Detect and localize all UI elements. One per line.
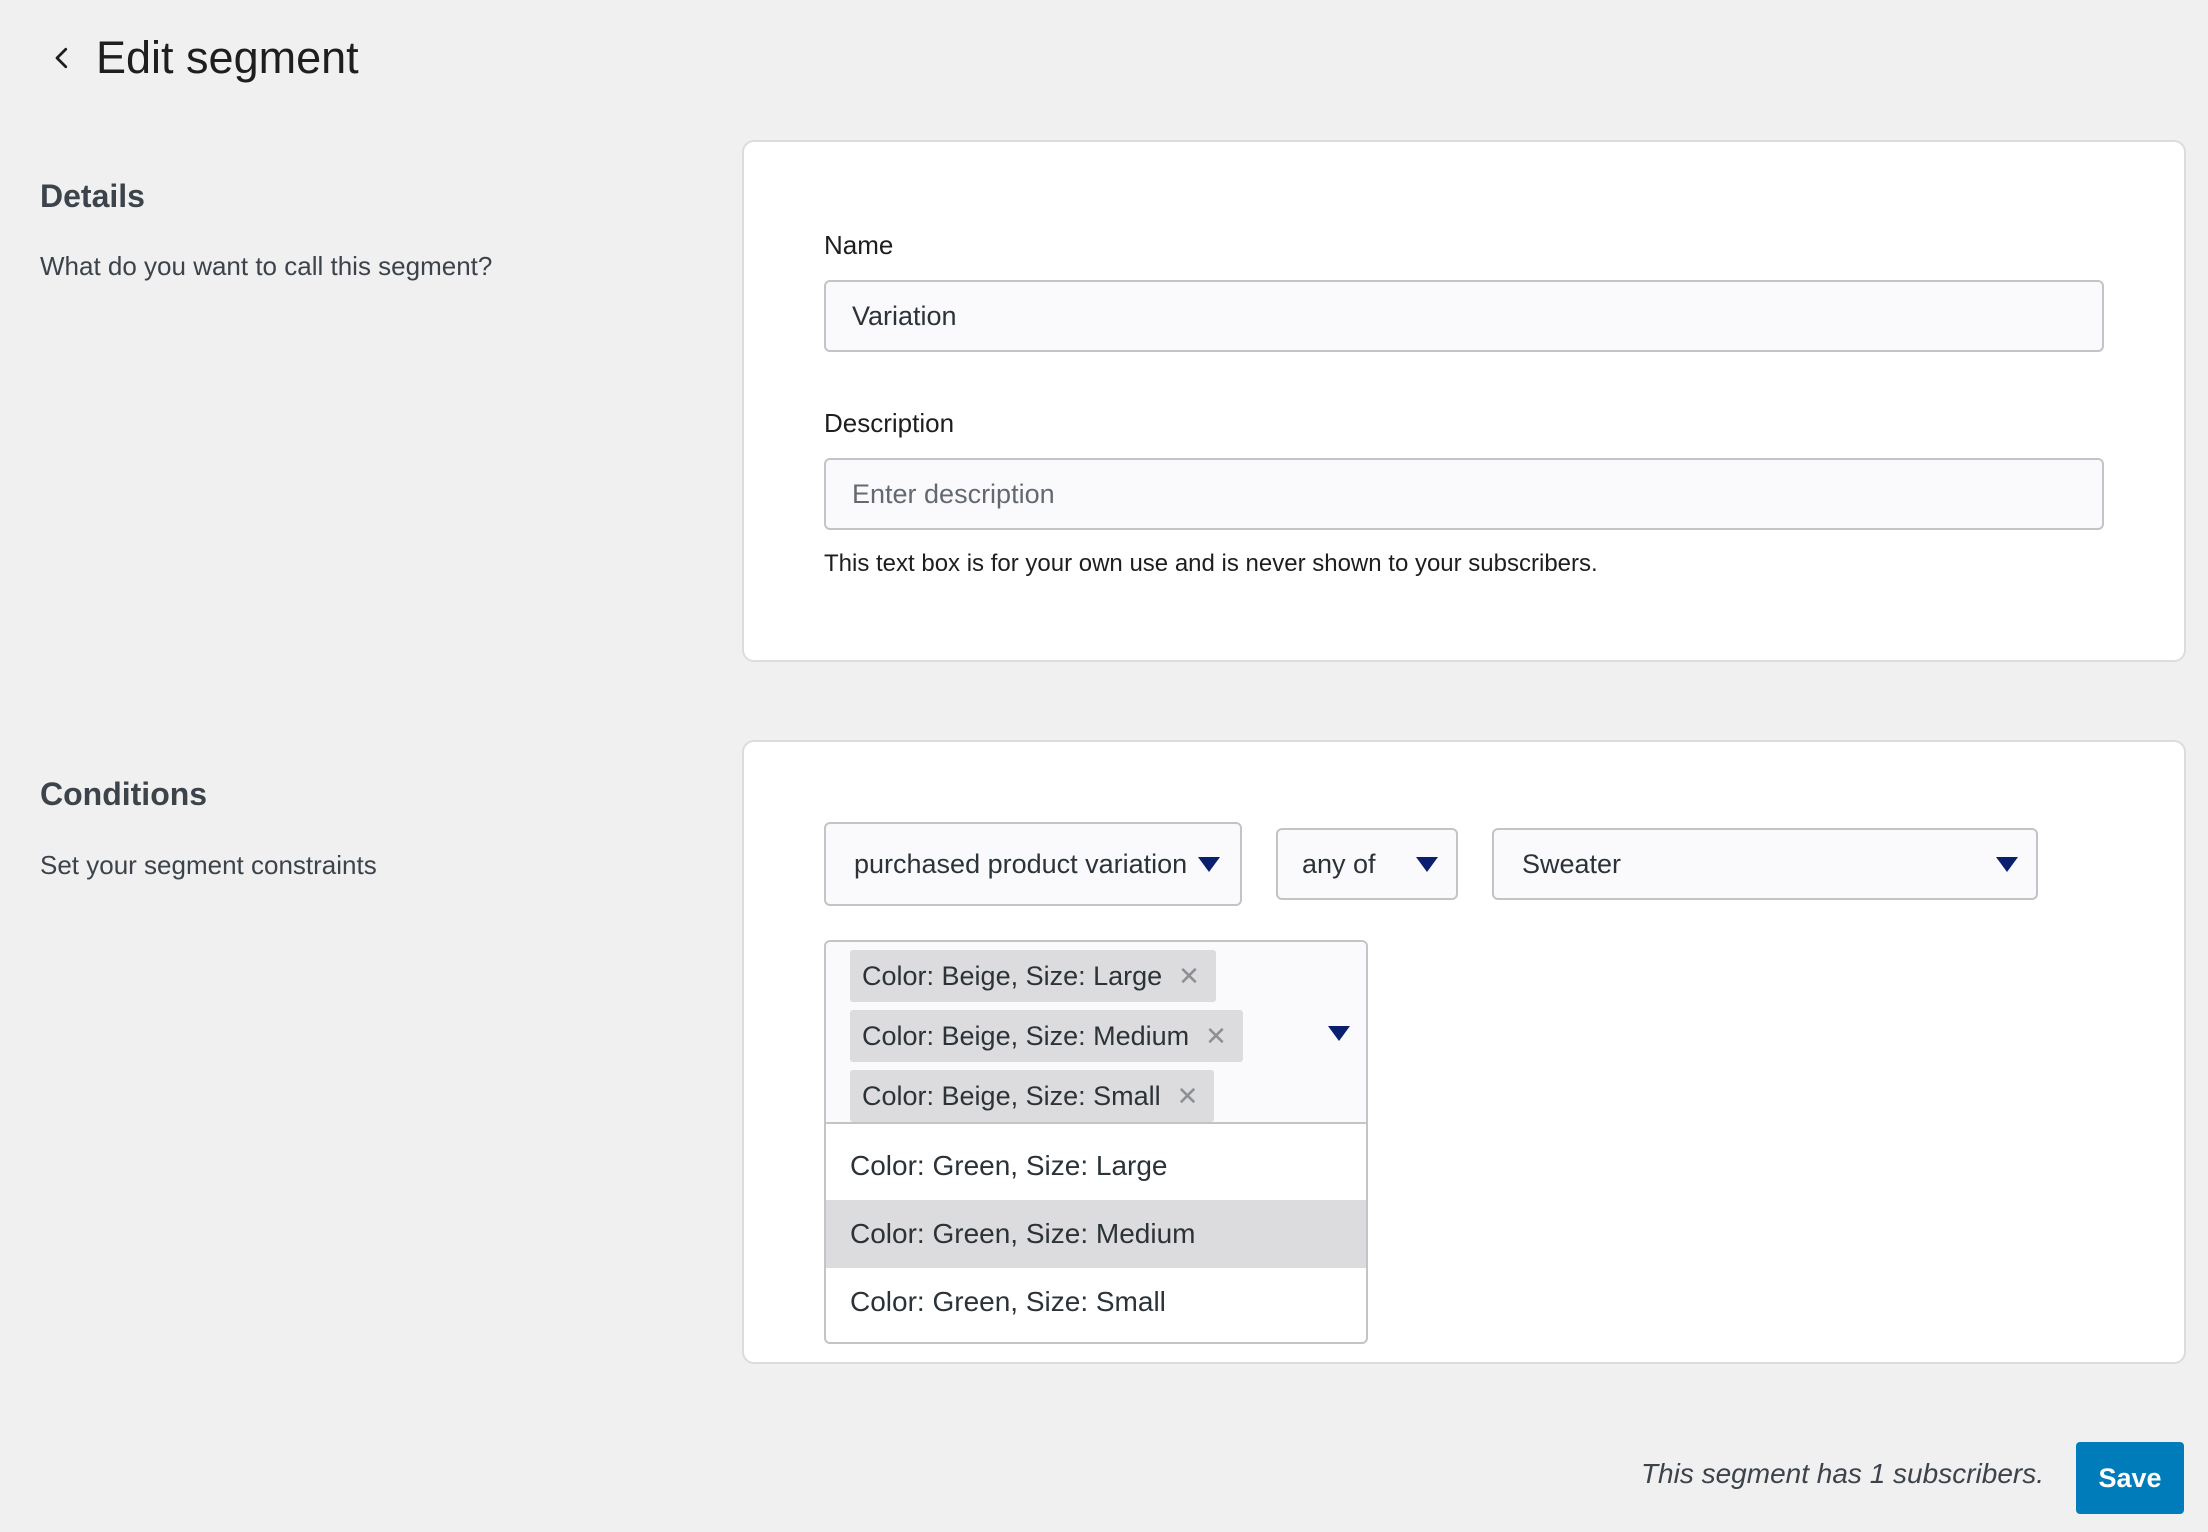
page-title: Edit segment — [96, 32, 359, 83]
details-heading: Details — [40, 178, 145, 214]
selected-tags-area[interactable]: Color: Beige, Size: Large ✕ Color: Beige… — [826, 942, 1366, 1124]
product-select-value: Sweater — [1522, 848, 1622, 879]
save-button[interactable]: Save — [2076, 1442, 2184, 1514]
condition-operator-value: any of — [1302, 848, 1376, 879]
name-label: Name — [824, 230, 894, 260]
condition-action-value: purchased product variation — [854, 848, 1188, 879]
details-card: Name Variation Description Enter descrip… — [742, 140, 2186, 662]
chevron-left-icon — [55, 47, 68, 69]
page-header: Edit segment — [40, 22, 359, 94]
tag-label: Color: Beige, Size: Medium — [862, 1020, 1190, 1051]
edit-segment-page: Edit segment Details What do you want to… — [0, 0, 2208, 1532]
variation-multiselect[interactable]: Color: Beige, Size: Large ✕ Color: Beige… — [824, 940, 1368, 1344]
x-icon[interactable]: ✕ — [1205, 1021, 1227, 1052]
conditions-description: Set your segment constraints — [40, 850, 377, 880]
details-description: What do you want to call this segment? — [40, 251, 493, 281]
tag-label: Color: Beige, Size: Large — [862, 960, 1163, 991]
conditions-heading: Conditions — [40, 776, 208, 812]
x-icon[interactable]: ✕ — [1178, 961, 1200, 992]
caret-down-icon[interactable] — [1328, 1026, 1350, 1041]
description-input[interactable]: Enter description — [824, 458, 2104, 530]
tag-label: Color: Beige, Size: Small — [862, 1080, 1161, 1111]
conditions-card: purchased product variation any of Sweat… — [742, 740, 2186, 1364]
condition-operator-select[interactable]: any of — [1276, 828, 1458, 900]
caret-down-icon — [1198, 856, 1220, 872]
list-item[interactable]: Color: Green, Size: Medium — [826, 1200, 1366, 1268]
options-list: Color: Green, Size: Large Color: Green, … — [826, 1124, 1366, 1336]
product-select[interactable]: Sweater — [1492, 828, 2038, 900]
subscriber-count-text: This segment has 1 subscribers. — [1640, 1458, 2044, 1489]
selected-tag: Color: Beige, Size: Medium ✕ — [850, 1010, 1243, 1062]
caret-down-icon — [1996, 856, 2018, 872]
x-icon[interactable]: ✕ — [1177, 1081, 1199, 1112]
caret-down-icon — [1416, 856, 1438, 872]
description-label: Description — [824, 408, 955, 438]
list-item[interactable]: Color: Green, Size: Large — [826, 1132, 1366, 1200]
condition-action-select[interactable]: purchased product variation — [824, 822, 1242, 906]
selected-tag: Color: Beige, Size: Large ✕ — [850, 950, 1216, 1002]
description-help-text: This text box is for your own use and is… — [824, 550, 1598, 577]
selected-tag: Color: Beige, Size: Small ✕ — [850, 1070, 1215, 1122]
list-item[interactable]: Color: Green, Size: Small — [826, 1268, 1366, 1336]
back-button[interactable] — [40, 36, 84, 80]
name-input[interactable]: Variation — [824, 280, 2104, 352]
